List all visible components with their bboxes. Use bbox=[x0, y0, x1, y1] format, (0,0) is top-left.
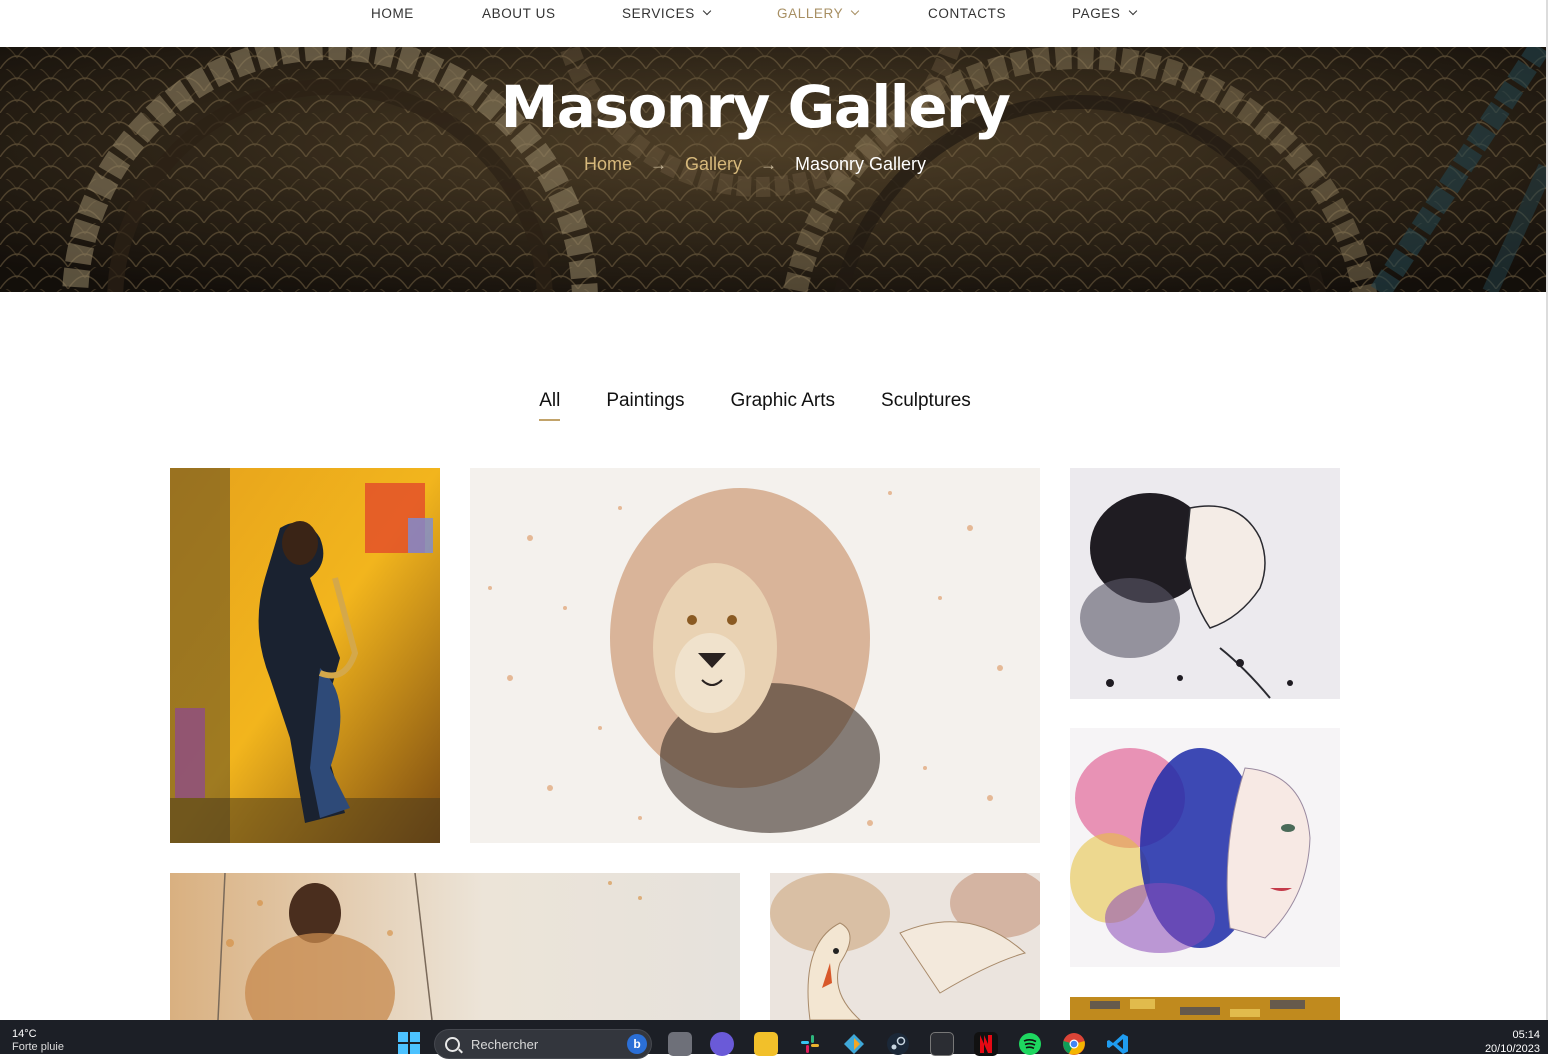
nav-services[interactable]: SERVICES bbox=[622, 5, 712, 21]
nav-home-label: HOME bbox=[371, 5, 414, 21]
bing-icon[interactable]: b bbox=[627, 1034, 647, 1054]
spotify-icon[interactable] bbox=[1018, 1032, 1042, 1056]
gallery-item-swan[interactable] bbox=[770, 873, 1040, 1020]
nav-services-label: SERVICES bbox=[622, 5, 695, 21]
search-icon bbox=[445, 1037, 460, 1052]
teams-icon[interactable] bbox=[710, 1032, 734, 1056]
chevron-down-icon bbox=[702, 6, 712, 16]
task-view-icon[interactable] bbox=[668, 1032, 692, 1056]
woman-back-watercolor-image bbox=[170, 873, 740, 1020]
filter-paintings[interactable]: Paintings bbox=[606, 390, 684, 412]
filter-sculptures[interactable]: Sculptures bbox=[881, 390, 971, 412]
nav-contacts-label: CONTACTS bbox=[928, 5, 1007, 21]
woman-blue-watercolor-image bbox=[1070, 728, 1340, 967]
vscode-icon[interactable] bbox=[1106, 1032, 1130, 1056]
filter-all[interactable]: All bbox=[539, 390, 561, 421]
saxophone-painting-image bbox=[170, 468, 440, 843]
gallery-item-woman-back[interactable] bbox=[170, 873, 740, 1020]
terminal-icon[interactable] bbox=[930, 1032, 954, 1056]
system-clock[interactable]: 05:14 20/10/2023 bbox=[1485, 1028, 1540, 1056]
page-hero-banner: Masonry Gallery Home → Gallery → Masonry… bbox=[0, 47, 1546, 292]
temperature: 14°C bbox=[12, 1028, 37, 1040]
nav-home[interactable]: HOME bbox=[371, 5, 414, 21]
filter-graphic-arts[interactable]: Graphic Arts bbox=[730, 390, 835, 412]
chevron-down-icon bbox=[1128, 6, 1137, 16]
gallery-item-woman-profile[interactable] bbox=[1070, 468, 1340, 699]
top-navigation: HOME ABOUT US SERVICES GALLERY CONTACTS … bbox=[0, 0, 1548, 47]
search-placeholder: Rechercher bbox=[471, 1037, 539, 1052]
gallery-item-lion[interactable] bbox=[470, 468, 1040, 843]
nav-gallery[interactable]: GALLERY bbox=[777, 5, 860, 21]
netflix-icon[interactable] bbox=[974, 1032, 998, 1056]
steam-icon[interactable] bbox=[886, 1032, 910, 1056]
weather-condition: Forte pluie bbox=[12, 1041, 64, 1053]
chevron-down-icon bbox=[851, 6, 860, 16]
woman-profile-ink-image bbox=[1070, 468, 1340, 699]
breadcrumb-current: Masonry Gallery bbox=[794, 154, 927, 174]
golden-mosaic-image bbox=[1070, 997, 1340, 1020]
gallery-item-golden-mosaic[interactable] bbox=[1070, 997, 1340, 1020]
swan-watercolor-image bbox=[770, 873, 1040, 1020]
nav-gallery-label: GALLERY bbox=[777, 5, 844, 21]
nav-about-label: ABOUT US bbox=[482, 5, 556, 21]
nav-pages[interactable]: PAGES bbox=[1072, 5, 1137, 21]
breadcrumb-separator: → bbox=[649, 154, 667, 174]
clock-time: 05:14 bbox=[1512, 1029, 1540, 1041]
breadcrumb-separator: → bbox=[759, 154, 777, 174]
windows-taskbar: 14°C Forte pluie Rechercher b 05:14 20/1… bbox=[0, 1020, 1548, 1059]
gallery-item-saxophone-player[interactable] bbox=[170, 468, 440, 843]
chrome-icon[interactable] bbox=[1062, 1032, 1086, 1056]
breadcrumb-home[interactable]: Home bbox=[584, 154, 632, 175]
gallery-filter-tabs: All Paintings Graphic Arts Sculptures bbox=[0, 390, 1510, 421]
lion-watercolor-image bbox=[470, 468, 1040, 843]
nav-contacts[interactable]: CONTACTS bbox=[928, 5, 1006, 21]
page-title: Masonry Gallery bbox=[500, 73, 1011, 141]
breadcrumb: Home → Gallery → Masonry Gallery bbox=[0, 154, 1510, 175]
breadcrumb-gallery[interactable]: Gallery bbox=[685, 154, 742, 175]
gallery-item-woman-blue[interactable] bbox=[1070, 728, 1340, 967]
slack-icon[interactable] bbox=[798, 1032, 822, 1056]
nav-about-us[interactable]: ABOUT US bbox=[482, 5, 556, 21]
nav-pages-label: PAGES bbox=[1072, 5, 1121, 21]
git-icon[interactable] bbox=[842, 1032, 866, 1056]
file-explorer-icon[interactable] bbox=[754, 1032, 778, 1056]
windows-start-icon[interactable] bbox=[398, 1032, 420, 1054]
taskbar-search[interactable]: Rechercher b bbox=[434, 1029, 652, 1059]
weather-widget[interactable]: 14°C Forte pluie bbox=[12, 1028, 64, 1054]
